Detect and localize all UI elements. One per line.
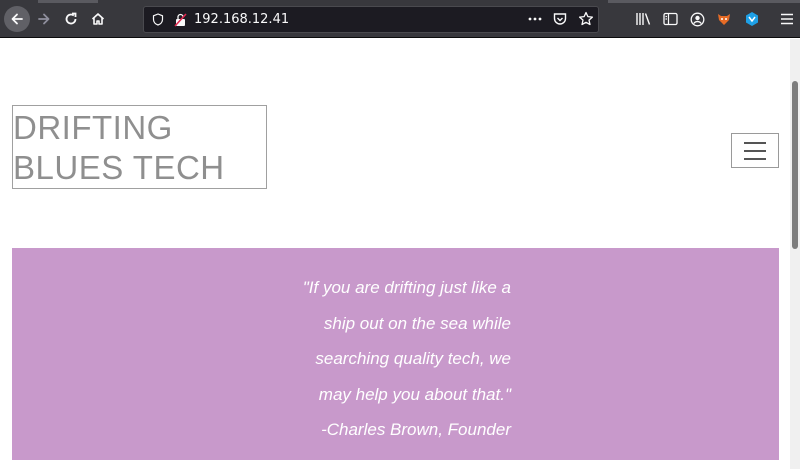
bookmark-star-icon[interactable] <box>578 11 594 27</box>
forward-arrow-icon <box>38 13 50 25</box>
wappalyzer-extension-icon[interactable] <box>743 10 761 28</box>
home-button[interactable] <box>85 6 111 32</box>
site-brand-title[interactable]: DRIFTING BLUES TECH <box>12 105 267 189</box>
page-viewport: DRIFTING BLUES TECH "If you are drifting… <box>0 39 790 469</box>
home-icon <box>91 13 105 25</box>
reload-button[interactable] <box>58 6 84 32</box>
menu-bar-line <box>744 157 766 160</box>
sidebar-icon[interactable] <box>661 10 679 28</box>
founder-quote: "If you are drifting just like a ship ou… <box>271 270 511 448</box>
tab-indicator <box>608 0 800 3</box>
insecure-connection-icon[interactable] <box>172 12 188 28</box>
more-actions-icon[interactable] <box>528 12 542 26</box>
browser-toolbar: 192.168.12.41 <box>0 0 800 38</box>
menu-bar-line <box>744 141 766 144</box>
reload-icon <box>65 12 77 25</box>
quote-line: may help you about that." <box>318 384 511 404</box>
account-icon[interactable] <box>688 10 706 28</box>
hamburger-menu-icon[interactable] <box>778 10 796 28</box>
url-text[interactable]: 192.168.12.41 <box>194 12 289 27</box>
tracking-protection-icon[interactable] <box>150 12 166 28</box>
back-button[interactable] <box>4 6 30 32</box>
forward-button[interactable] <box>31 6 57 32</box>
back-arrow-icon <box>11 13 23 25</box>
quote-line: ship out on the sea while <box>323 313 511 333</box>
tab-indicator <box>38 0 98 3</box>
scrollbar-thumb[interactable] <box>792 81 798 249</box>
quote-line: searching quality tech, we <box>315 349 511 368</box>
menu-bar-line <box>744 149 766 152</box>
quote-attribution: -Charles Brown, Founder <box>321 420 511 439</box>
page-scrollbar[interactable] <box>790 39 800 469</box>
foxyproxy-extension-icon[interactable] <box>715 10 733 28</box>
url-bar[interactable]: 192.168.12.41 <box>143 6 599 33</box>
pocket-icon[interactable] <box>552 11 568 27</box>
hero-banner: "If you are drifting just like a ship ou… <box>12 248 779 460</box>
quote-line: "If you are drifting just like a <box>302 278 511 297</box>
nav-toggle-button[interactable] <box>731 133 779 168</box>
library-icon[interactable] <box>634 10 652 28</box>
